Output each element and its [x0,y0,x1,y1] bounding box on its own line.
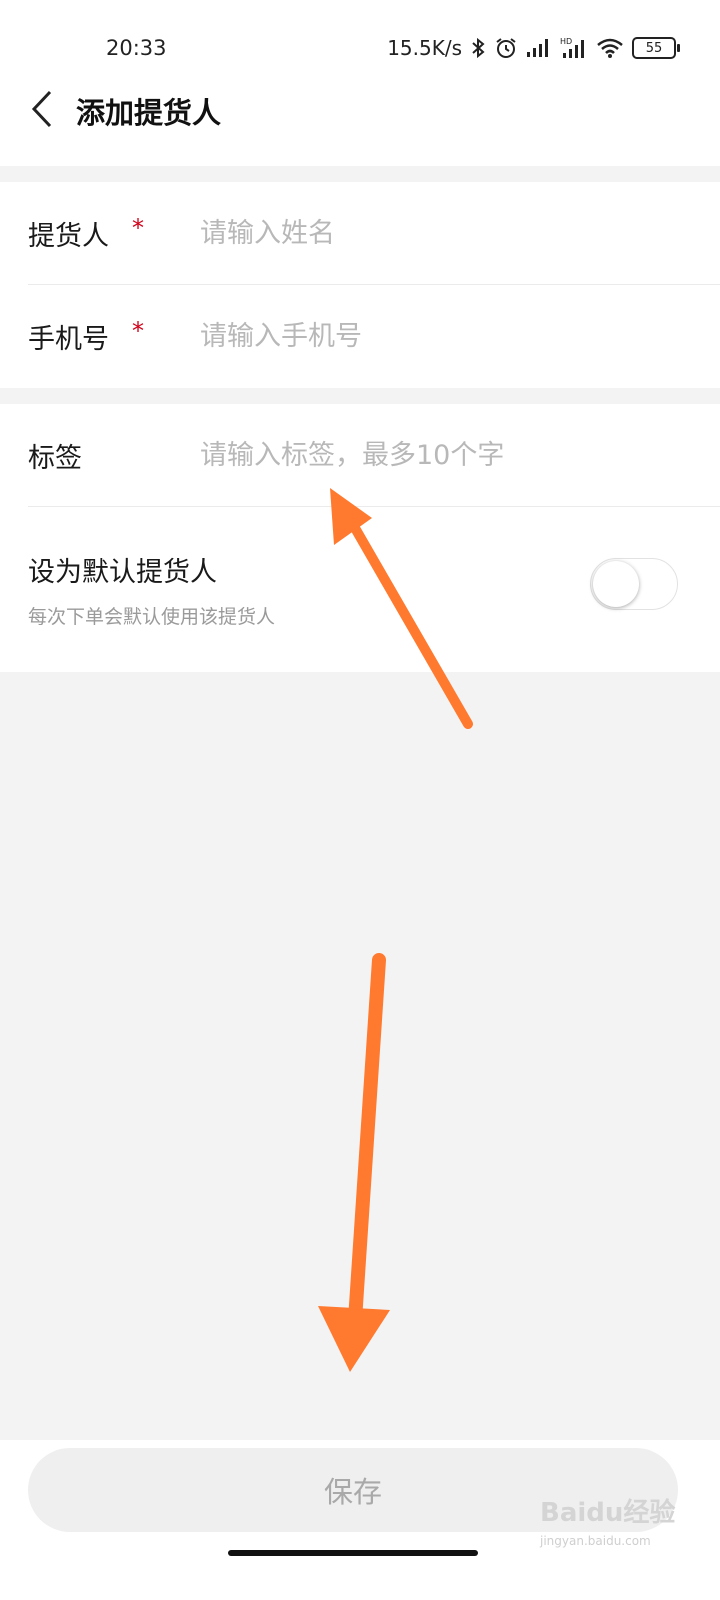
status-icons: 15.5K/s HD 55 [387,36,680,60]
phone-row: 手机号 * [0,285,720,388]
required-marker: * [132,317,144,345]
tag-input[interactable] [200,430,680,480]
svg-text:HD: HD [560,37,572,46]
back-button[interactable] [20,84,64,134]
header: 添加提货人 [0,70,720,166]
extra-options-card: 标签 设为默认提货人 每次下单会默认使用该提货人 [0,404,720,672]
alarm-icon [494,36,518,60]
bluetooth-icon [470,37,486,59]
phone-input[interactable] [200,311,680,361]
name-label: 提货人 [28,221,109,252]
toggle-knob [593,561,639,607]
watermark-logo: Baidu经验 [540,1498,676,1528]
battery-icon: 55 [632,37,680,59]
tag-label: 标签 [28,443,82,474]
divider [28,506,720,507]
arrow-down-annotation [318,953,390,1372]
default-pickup-title: 设为默认提货人 [28,557,217,588]
contact-form-card: 提货人 * 手机号 * [0,182,720,388]
watermark-url: jingyan.baidu.com [540,1534,651,1548]
chevron-left-icon [31,90,52,128]
phone-label: 手机号 [28,324,109,355]
page-title: 添加提货人 [76,96,222,130]
name-row: 提货人 * [0,182,720,285]
signal-icon [526,38,552,58]
default-pickup-subtitle: 每次下单会默认使用该提货人 [28,606,276,628]
home-indicator[interactable] [228,1550,478,1556]
name-input[interactable] [200,208,680,258]
net-speed: 15.5K/s [387,36,462,60]
status-time: 20:33 [106,36,167,60]
tag-row: 标签 [0,404,720,507]
signal-hd-icon: HD [560,37,588,59]
required-marker: * [132,214,144,242]
default-pickup-toggle[interactable] [590,558,678,610]
wifi-icon [596,37,624,59]
